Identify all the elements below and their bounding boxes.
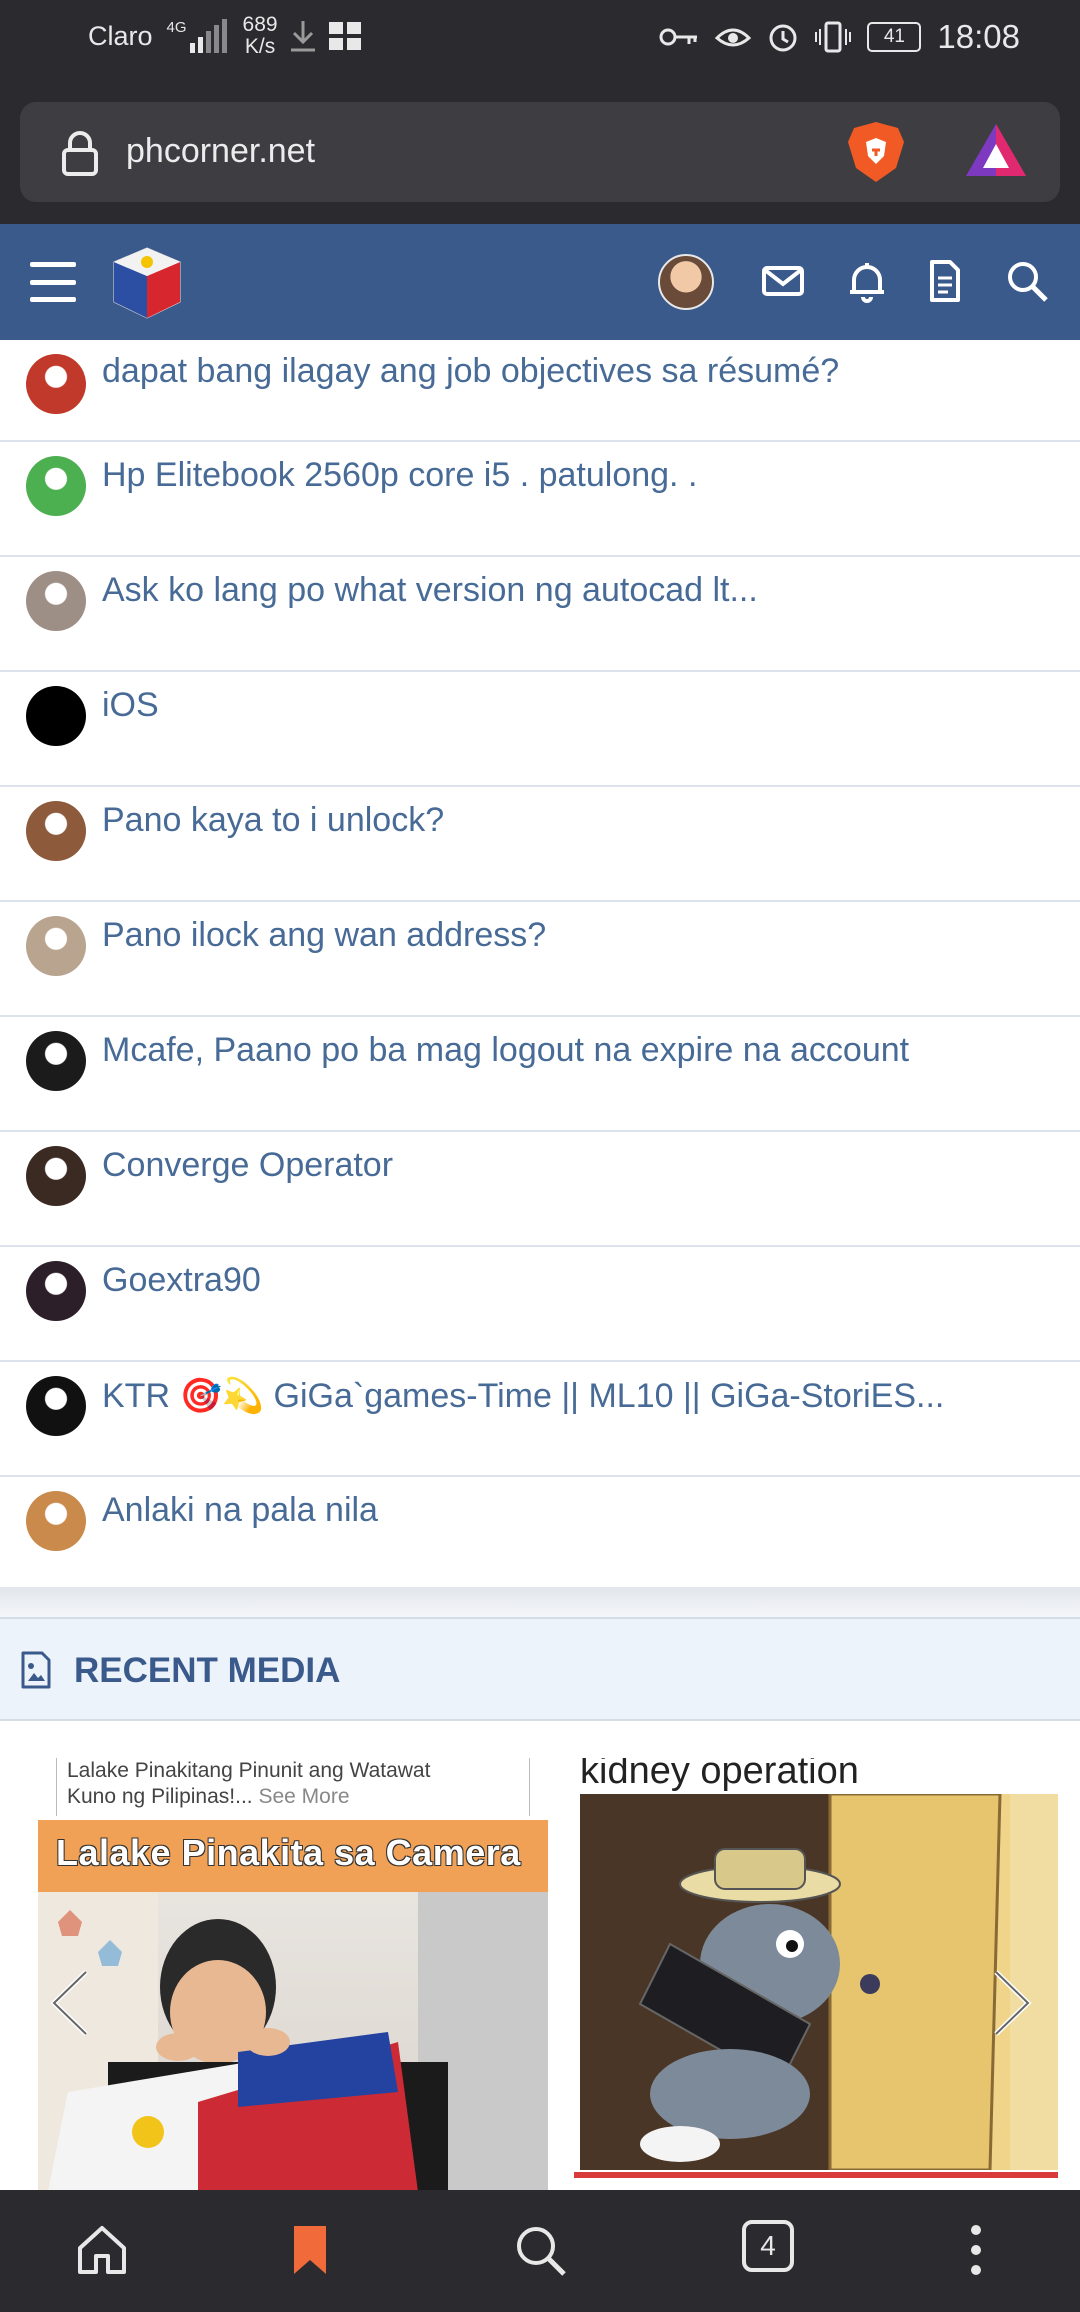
brave-rewards-icon[interactable] (964, 122, 1028, 178)
avatar[interactable] (26, 354, 86, 414)
signal-icon: 4G (167, 19, 227, 53)
media-item[interactable]: Lalake Pinakitang Pinunit ang Watawat Ku… (38, 1758, 548, 2190)
list-item[interactable]: iOS (0, 672, 1080, 787)
status-right: 41 18:08 (659, 18, 1020, 56)
chevron-left-icon[interactable] (48, 1968, 92, 2038)
media-banner: Lalake Pinakita sa Camera (38, 1820, 548, 1892)
status-left: Claro 4G 689 K/s (88, 14, 362, 58)
home-icon[interactable] (72, 2220, 132, 2280)
thread-title[interactable]: KTR 🎯💫 GiGa`games-Time || ML10 || GiGa-S… (102, 1376, 944, 1416)
download-icon (290, 21, 315, 52)
avatar[interactable] (26, 456, 86, 516)
media-icon (21, 1651, 51, 1689)
avatar[interactable] (26, 686, 86, 746)
tab-count: 4 (760, 2230, 776, 2261)
speed-value: 689 (242, 13, 278, 36)
app-grid-icon (328, 22, 361, 50)
avatar[interactable] (26, 916, 86, 976)
brave-shields-icon[interactable] (846, 120, 906, 184)
thread-title[interactable]: iOS (102, 686, 159, 725)
caption-line: Lalake Pinakitang Pinunit ang Watawat (67, 1759, 431, 1782)
list-item[interactable]: Pano kaya to i unlock? (0, 787, 1080, 902)
network-type: 4G (166, 19, 187, 36)
thread-title[interactable]: Converge Operator (102, 1146, 393, 1185)
thread-title[interactable]: Mcafe, Paano po ba mag logout na expire … (102, 1031, 909, 1070)
alarm-icon (769, 24, 797, 52)
network-speed: 689 K/s (243, 14, 278, 58)
key-icon (659, 28, 698, 46)
person-with-flag-image (38, 1892, 548, 2190)
media-caption: kidney operation (580, 1758, 859, 1792)
clock: 18:08 (937, 18, 1020, 55)
battery-icon: 41 (867, 22, 922, 52)
status-bar: Claro 4G 689 K/s 41 18:08 (0, 0, 1080, 82)
search-icon[interactable] (1004, 258, 1050, 304)
list-item[interactable]: Hp Elitebook 2560p core i5 . patulong. . (0, 442, 1080, 557)
browser-toolbar: phcorner.net (0, 82, 1080, 224)
bookmark-icon[interactable] (280, 2220, 340, 2280)
thread-title[interactable]: Goextra90 (102, 1261, 261, 1300)
bell-icon[interactable] (844, 258, 890, 304)
more-menu-icon[interactable] (946, 2220, 1006, 2280)
menu-icon[interactable] (30, 262, 76, 302)
avatar[interactable] (26, 1376, 86, 1436)
media-caption: Lalake Pinakitang Pinunit ang Watawat Ku… (56, 1758, 530, 1816)
thread-title[interactable]: Pano ilock ang wan address? (102, 916, 546, 955)
inbox-icon[interactable] (760, 258, 806, 304)
see-more-link[interactable]: See More (258, 1785, 349, 1808)
list-item[interactable]: Ask ko lang po what version ng autocad l… (0, 557, 1080, 672)
list-item[interactable]: Pano ilock ang wan address? (0, 902, 1080, 1017)
caption-line: Kuno ng Pilipinas!... (67, 1785, 253, 1808)
thread-title[interactable]: Pano kaya to i unlock? (102, 801, 444, 840)
recent-media-header: RECENT MEDIA (0, 1617, 1080, 1721)
avatar[interactable] (26, 1146, 86, 1206)
thread-list: dapat bang ilagay ang job objectives sa … (0, 340, 1080, 1592)
battery-level: 41 (883, 26, 905, 47)
avatar[interactable] (26, 1031, 86, 1091)
browser-bottom-nav: 4 (0, 2190, 1080, 2312)
list-item[interactable]: Mcafe, Paano po ba mag logout na expire … (0, 1017, 1080, 1132)
document-icon[interactable] (922, 258, 968, 304)
section-title: RECENT MEDIA (74, 1651, 341, 1690)
search-icon[interactable] (510, 2220, 570, 2280)
media-thumbnail[interactable] (38, 1892, 548, 2190)
thread-title[interactable]: Anlaki na pala nila (102, 1491, 378, 1530)
thread-title[interactable]: dapat bang ilagay ang job objectives sa … (102, 352, 839, 391)
cartoon-cat-image (580, 1792, 1058, 2172)
carrier-name: Claro (88, 20, 153, 51)
tabs-button[interactable]: 4 (742, 2220, 794, 2272)
media-thumbnail[interactable] (580, 1792, 1058, 2172)
chevron-right-icon[interactable] (990, 1968, 1034, 2038)
vibrate-icon (815, 21, 852, 53)
list-item[interactable]: Goextra90 (0, 1247, 1080, 1362)
url-text[interactable]: phcorner.net (126, 132, 315, 171)
list-item[interactable]: KTR 🎯💫 GiGa`games-Time || ML10 || GiGa-S… (0, 1362, 1080, 1477)
list-divider (0, 1587, 1080, 1617)
media-border (574, 2172, 1058, 2190)
thread-title[interactable]: Hp Elitebook 2560p core i5 . patulong. . (102, 456, 697, 495)
avatar[interactable] (26, 1261, 86, 1321)
eye-icon (715, 28, 752, 47)
list-item[interactable]: dapat bang ilagay ang job objectives sa … (0, 340, 1080, 442)
media-item[interactable]: kidney operation (574, 1758, 1058, 2190)
lock-icon[interactable] (60, 130, 100, 176)
site-logo[interactable] (108, 244, 186, 322)
avatar[interactable] (26, 571, 86, 631)
thread-title[interactable]: Ask ko lang po what version ng autocad l… (102, 571, 758, 610)
address-bar[interactable]: phcorner.net (20, 102, 1060, 202)
avatar[interactable] (26, 1491, 86, 1551)
site-header (0, 224, 1080, 340)
list-item[interactable]: Anlaki na pala nila (0, 1477, 1080, 1592)
avatar[interactable] (26, 801, 86, 861)
speed-unit: K/s (244, 35, 276, 58)
user-avatar[interactable] (658, 254, 714, 310)
list-item[interactable]: Converge Operator (0, 1132, 1080, 1247)
